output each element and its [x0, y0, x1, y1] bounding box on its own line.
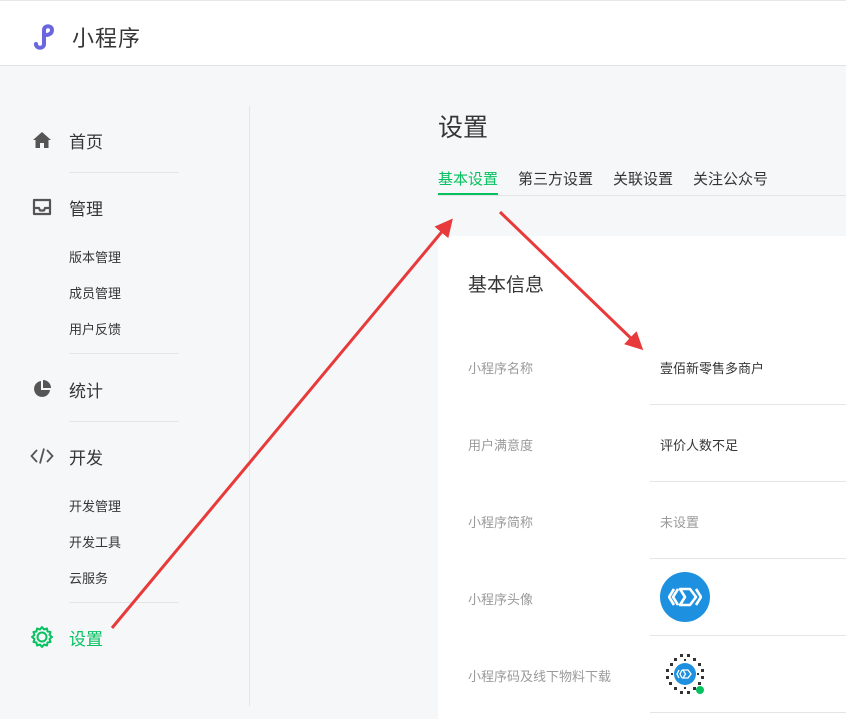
- field-value-short-name: 未设置: [660, 516, 700, 531]
- divider: [69, 602, 179, 603]
- sidebar-divider: [249, 106, 250, 706]
- field-value-satisfaction: 评价人数不足: [660, 439, 739, 454]
- tab-follow-official-account[interactable]: 关注公众号: [693, 168, 768, 194]
- pie-chart-icon: [30, 377, 54, 401]
- divider: [69, 353, 179, 354]
- basic-info-card: 基本信息 小程序名称 壹佰新零售多商户 用户满意度 评价人数不足 小程序简称 未…: [438, 236, 846, 719]
- tab-third-party-settings[interactable]: 第三方设置: [518, 168, 593, 194]
- sidebar-item-settings[interactable]: 设置: [30, 625, 103, 650]
- field-label-qrcode: 小程序码及线下物料下载: [468, 670, 612, 685]
- divider: [69, 172, 179, 173]
- field-label-satisfaction: 用户满意度: [468, 439, 534, 454]
- sidebar-subitem-feedback[interactable]: 用户反馈: [69, 319, 121, 338]
- field-label-short-name: 小程序简称: [468, 516, 534, 531]
- settings-tabs: 基本设置 第三方设置 关联设置 关注公众号: [438, 168, 788, 196]
- field-label-name: 小程序名称: [468, 362, 534, 377]
- row-divider: [650, 404, 846, 405]
- tabs-divider: [438, 195, 846, 196]
- sidebar-subitem-cloud[interactable]: 云服务: [69, 568, 108, 587]
- sidebar-item-label: 统计: [69, 381, 103, 402]
- card-title: 基本信息: [468, 274, 545, 296]
- row-divider: [650, 558, 846, 559]
- tab-basic-settings[interactable]: 基本设置: [438, 168, 499, 196]
- row-divider: [650, 635, 846, 636]
- sidebar-item-stats[interactable]: 统计: [30, 377, 103, 402]
- sidebar-subitem-dev-manage[interactable]: 开发管理: [69, 496, 121, 515]
- top-bar: 小程序: [0, 0, 846, 66]
- sidebar-subitem-version[interactable]: 版本管理: [69, 247, 121, 266]
- row-divider: [650, 712, 846, 713]
- row-divider: [650, 481, 846, 482]
- sidebar-item-label: 管理: [69, 199, 103, 220]
- sidebar-item-develop[interactable]: 开发: [30, 444, 103, 469]
- sidebar-item-manage[interactable]: 管理: [30, 195, 103, 220]
- sidebar-item-label: 开发: [69, 448, 103, 469]
- mini-program-logo-icon[interactable]: [32, 22, 64, 50]
- inbox-icon: [30, 195, 54, 219]
- field-value-name: 壹佰新零售多商户: [660, 362, 765, 377]
- mini-program-code-icon[interactable]: [660, 649, 710, 699]
- field-label-avatar: 小程序头像: [468, 593, 534, 608]
- divider: [69, 421, 179, 422]
- code-icon: [30, 444, 54, 468]
- home-icon: [30, 128, 54, 152]
- avatar-logo-icon: [668, 587, 702, 607]
- gear-icon: [30, 625, 54, 649]
- sidebar-item-label: 设置: [69, 629, 103, 650]
- brand-title[interactable]: 小程序: [72, 21, 141, 53]
- sidebar-item-label: 首页: [69, 132, 103, 153]
- sidebar-subitem-members[interactable]: 成员管理: [69, 283, 121, 302]
- sidebar-item-home[interactable]: 首页: [30, 128, 103, 153]
- tab-linked-settings[interactable]: 关联设置: [613, 168, 673, 194]
- sidebar-subitem-dev-tools[interactable]: 开发工具: [69, 532, 121, 551]
- mini-program-avatar[interactable]: [660, 572, 710, 622]
- page-title: 设置: [438, 113, 489, 142]
